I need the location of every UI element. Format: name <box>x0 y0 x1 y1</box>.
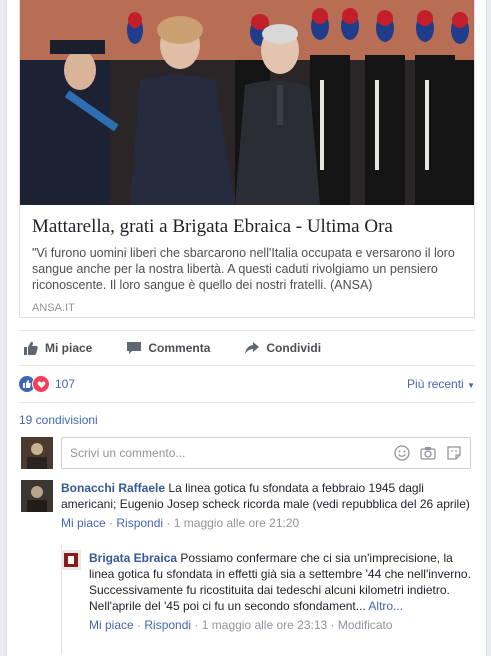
sort-comments-dropdown[interactable]: Più recenti ▼ <box>407 377 475 391</box>
post-card: Mattarella, grati a Brigata Ebraica - Ul… <box>6 0 487 656</box>
camera-icon[interactable] <box>420 445 436 461</box>
current-user-avatar[interactable] <box>21 437 53 469</box>
see-more-link[interactable]: Altro... <box>368 599 403 613</box>
comment-author[interactable]: Bonacchi Raffaele <box>61 481 165 495</box>
reply-comment: Brigata Ebraica Possiamo confermare che … <box>89 550 474 633</box>
reply-meta: Mi piace · Rispondi · 1 maggio alle ore … <box>89 618 393 632</box>
comment-input[interactable]: Scrivi un commento... <box>61 437 471 469</box>
love-reaction-icon[interactable] <box>32 375 50 393</box>
ceremony-photo <box>20 0 474 205</box>
link-body: Mattarella, grati a Brigata Ebraica - Ul… <box>20 205 474 324</box>
like-label: Mi piace <box>45 341 93 355</box>
comment-meta: Mi piace · Rispondi · 1 maggio alle ore … <box>61 516 300 530</box>
commenter-avatar[interactable] <box>21 480 53 512</box>
shares-count[interactable]: 19 condivisioni <box>19 413 98 427</box>
comment-placeholder: Scrivi un commento... <box>70 446 186 460</box>
sticker-icon[interactable] <box>446 445 462 461</box>
comment: Bonacchi Raffaele La linea gotica fu sfo… <box>61 480 471 531</box>
comment-icon <box>127 342 142 354</box>
caret-down-icon: ▼ <box>467 381 475 390</box>
link-source: ANSA.IT <box>32 302 75 314</box>
emoji-icon[interactable] <box>394 445 410 461</box>
comment-label: Commenta <box>148 341 211 355</box>
brigata-ebraica-avatar[interactable] <box>61 550 81 570</box>
share-arrow-icon <box>245 342 260 354</box>
reply-time[interactable]: 1 maggio alle ore 23:13 <box>202 618 327 632</box>
thumbs-up-icon <box>24 341 38 355</box>
link-image[interactable] <box>20 0 474 205</box>
like-button[interactable]: Mi piace <box>23 340 92 356</box>
comment-time[interactable]: 1 maggio alle ore 21:20 <box>174 516 299 530</box>
comment-like-link[interactable]: Mi piace <box>61 516 106 530</box>
sort-label: Più recenti <box>407 377 464 391</box>
input-icons <box>394 445 462 461</box>
link-preview[interactable]: Mattarella, grati a Brigata Ebraica - Ul… <box>19 0 475 318</box>
edited-label[interactable]: Modificato <box>338 618 393 632</box>
comment-reply-link[interactable]: Rispondi <box>116 516 163 530</box>
reply-author[interactable]: Brigata Ebraica <box>89 551 177 565</box>
share-label: Condividi <box>266 341 322 355</box>
comment-button[interactable]: Commenta <box>126 340 210 356</box>
post-actions-bar: Mi piace Commenta Condividi <box>19 330 475 366</box>
link-description: "Vi furono uomini liberi che sbarcarono … <box>32 246 455 292</box>
reply-reply-link[interactable]: Rispondi <box>144 618 191 632</box>
reply-like-link[interactable]: Mi piace <box>89 618 134 632</box>
reactions-row: 107 Più recenti ▼ <box>19 372 475 396</box>
share-button[interactable]: Condividi <box>244 340 321 356</box>
link-title[interactable]: Mattarella, grati a Brigata Ebraica - Ul… <box>32 215 462 239</box>
reaction-count[interactable]: 107 <box>55 377 75 391</box>
divider <box>19 402 475 403</box>
